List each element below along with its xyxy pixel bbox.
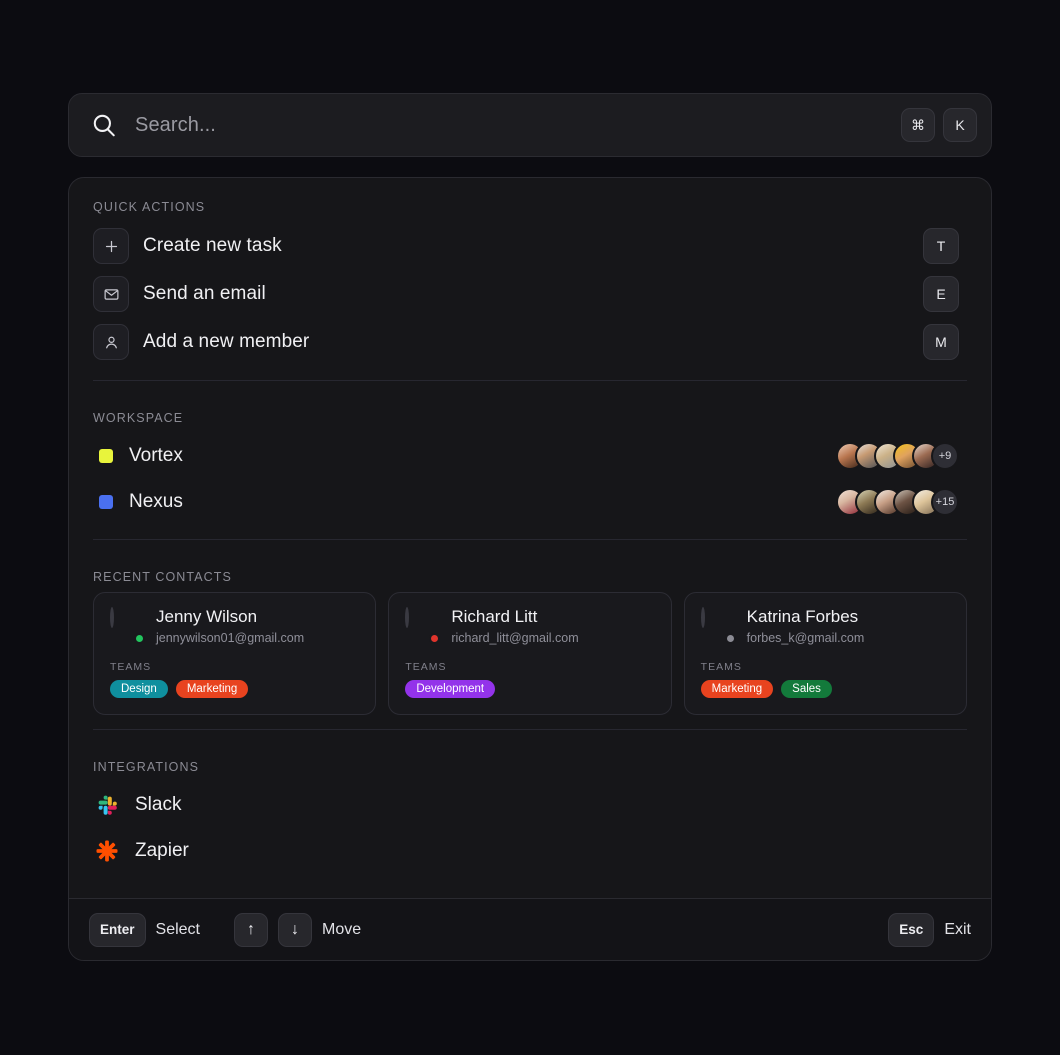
slack-logo-icon — [95, 793, 119, 817]
contact-email: jennywilson01@gmail.com — [156, 631, 305, 646]
status-badge — [429, 633, 441, 644]
contact-name: Richard Litt — [451, 607, 538, 626]
workspace-label: Nexus — [129, 491, 183, 512]
avatar-overflow-count[interactable]: +15 — [931, 488, 959, 516]
team-tag-list: Marketing Sales — [700, 680, 950, 699]
integration-label: Slack — [135, 794, 182, 816]
quick-action-shortcut-key[interactable]: T — [923, 228, 959, 264]
contact-name: Jenny Wilson — [156, 607, 258, 626]
workspace-member-avatars[interactable]: +15 — [836, 488, 959, 516]
status-badge — [724, 633, 736, 644]
contact-header: Katrina Forbes forbes_k@gmail.com — [700, 607, 950, 645]
user-icon — [93, 324, 129, 360]
envelope-icon — [93, 276, 129, 312]
team-tag[interactable]: Design — [110, 680, 168, 699]
arrow-up-key-badge[interactable]: ↑ — [233, 912, 268, 947]
team-tag[interactable]: Marketing — [175, 680, 249, 699]
section-divider — [93, 380, 967, 381]
footer-select-group: Enter Select — [89, 912, 200, 947]
avatar — [700, 607, 736, 644]
quick-action-shortcut-key[interactable]: E — [923, 276, 959, 312]
status-badge — [134, 633, 145, 644]
workspace-color-swatch — [99, 495, 113, 509]
zapier-logo-icon — [95, 839, 119, 863]
integration-label: Zapier — [135, 840, 189, 862]
avatar — [110, 607, 145, 644]
contact-card-jenny-wilson[interactable]: Jenny Wilson jennywilson01@gmail.com TEA… — [93, 592, 377, 716]
team-tag-list: Development — [405, 680, 654, 699]
quick-action-shortcut-key[interactable]: M — [923, 324, 959, 360]
section-divider — [93, 729, 967, 731]
contact-info: Richard Litt richard_litt@gmail.com — [451, 607, 578, 645]
search-shortcut-group: ⌘ K — [901, 108, 977, 142]
contact-name: Katrina Forbes — [746, 607, 859, 626]
move-action-label: Move — [321, 920, 362, 938]
contact-card-richard-litt[interactable]: Richard Litt richard_litt@gmail.com TEAM… — [388, 592, 672, 716]
select-action-label: Select — [155, 920, 200, 938]
quick-action-create-new-task[interactable]: Create new task T — [93, 222, 967, 270]
results-panel: QUICK ACTIONS Create new task T Send an … — [68, 177, 992, 961]
enter-key-badge[interactable]: Enter — [89, 912, 146, 947]
section-recent-contacts: RECENT CONTACTS Jenny Wilson jennywilson… — [69, 548, 991, 738]
teams-label: TEAMS — [110, 661, 152, 674]
section-divider — [93, 539, 967, 540]
quick-actions-title: QUICK ACTIONS — [93, 200, 206, 214]
contact-info: Katrina Forbes forbes_k@gmail.com — [747, 607, 865, 645]
quick-action-send-an-email[interactable]: Send an email E — [93, 270, 967, 318]
contact-email: richard_litt@gmail.com — [451, 631, 579, 646]
contact-info: Jenny Wilson jennywilson01@gmail.com — [156, 607, 304, 645]
results-scroll-area[interactable]: QUICK ACTIONS Create new task T Send an … — [69, 178, 991, 898]
workspace-member-avatars[interactable]: +9 — [836, 442, 959, 470]
contact-email: forbes_k@gmail.com — [746, 631, 865, 646]
section-integrations: INTEGRATIONS Slack Zapier — [69, 738, 991, 882]
quick-action-label: Create new task — [143, 235, 282, 256]
teams-label: TEAMS — [405, 661, 447, 674]
command-key-badge[interactable]: ⌘ — [901, 108, 935, 142]
team-tag[interactable]: Development — [405, 680, 496, 699]
section-quick-actions: QUICK ACTIONS Create new task T Send an … — [69, 178, 991, 389]
workspace-color-swatch — [99, 449, 113, 463]
contact-header: Richard Litt richard_litt@gmail.com — [405, 607, 654, 645]
section-workspace: WORKSPACE Vortex +9 Nexus +15 — [69, 389, 991, 548]
team-tag-list: Design Marketing — [110, 680, 359, 699]
contact-header: Jenny Wilson jennywilson01@gmail.com — [110, 607, 359, 645]
integrations-title: INTEGRATIONS — [93, 760, 200, 775]
avatar-overflow-count[interactable]: +9 — [931, 442, 959, 470]
arrow-down-key-badge[interactable]: ↓ — [277, 912, 312, 947]
workspace-item-vortex[interactable]: Vortex +9 — [93, 433, 967, 479]
contact-card-list: Jenny Wilson jennywilson01@gmail.com TEA… — [93, 592, 967, 716]
footer-move-group: ↑ ↓ Move — [233, 912, 362, 947]
exit-action-label: Exit — [944, 920, 971, 938]
command-palette-screen: ⌘ K QUICK ACTIONS Create new task T — [0, 0, 1060, 1055]
palette-footer: Enter Select ↑ ↓ Move Esc Exit — [69, 898, 991, 960]
search-icon — [91, 112, 117, 138]
team-tag[interactable]: Sales — [781, 680, 832, 699]
integration-item-slack[interactable]: Slack — [93, 782, 967, 828]
contact-card-katrina-forbes[interactable]: Katrina Forbes forbes_k@gmail.com TEAMS … — [683, 592, 967, 716]
workspace-title: WORKSPACE — [93, 411, 184, 425]
plus-icon — [93, 228, 129, 264]
quick-action-add-a-new-member[interactable]: Add a new member M — [93, 318, 967, 366]
avatar — [405, 607, 441, 644]
esc-key-badge[interactable]: Esc — [888, 912, 935, 947]
search-bar[interactable]: ⌘ K — [68, 93, 992, 157]
workspace-label: Vortex — [129, 445, 183, 466]
workspace-item-nexus[interactable]: Nexus +15 — [93, 479, 967, 525]
recent-contacts-title: RECENT CONTACTS — [93, 570, 232, 584]
search-input[interactable] — [117, 113, 901, 137]
team-tag[interactable]: Marketing — [700, 680, 774, 699]
quick-action-label: Add a new member — [143, 331, 310, 352]
integration-item-zapier[interactable]: Zapier — [93, 828, 967, 874]
footer-exit-group: Esc Exit — [888, 912, 971, 947]
quick-action-label: Send an email — [143, 283, 266, 304]
k-key-badge[interactable]: K — [943, 108, 977, 142]
teams-label: TEAMS — [700, 661, 742, 674]
